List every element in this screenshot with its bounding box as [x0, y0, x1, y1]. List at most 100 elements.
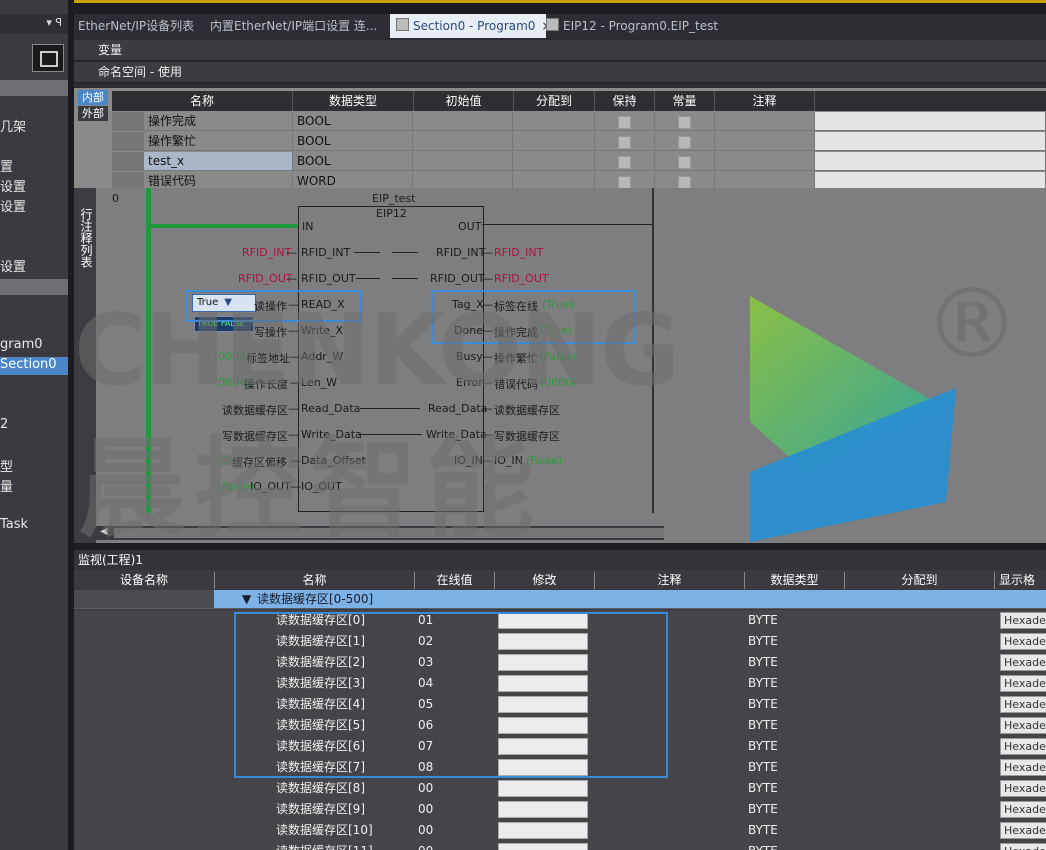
display-format-select[interactable]: Hexadec	[1000, 843, 1046, 850]
input-var-write-op[interactable]: 写操作	[254, 324, 287, 340]
var-initial[interactable]	[413, 132, 513, 151]
var-type[interactable]: BOOL	[293, 152, 413, 171]
col-header-modify[interactable]: 修改	[494, 572, 594, 589]
variable-row[interactable]: 错误代码 WORD	[112, 172, 1046, 188]
modify-input[interactable]	[498, 822, 588, 839]
explorer-item-task[interactable]: Task	[0, 517, 28, 532]
variable-row[interactable]: 操作繁忙 BOOL	[112, 132, 1046, 152]
col-header-initial[interactable]: 初始值	[414, 91, 514, 111]
var-assigned[interactable]	[513, 172, 595, 188]
var-assigned[interactable]	[513, 112, 595, 131]
explorer-item-program0[interactable]: gram0	[0, 337, 43, 352]
var-name[interactable]: 操作完成	[144, 112, 293, 131]
var-comment[interactable]	[715, 152, 815, 171]
var-comment[interactable]	[715, 172, 815, 188]
scroll-thumb[interactable]	[114, 528, 664, 538]
line-comment-list-tab[interactable]: 行注释列表	[74, 188, 96, 543]
modify-input[interactable]	[498, 801, 588, 818]
explorer-item[interactable]: 设置	[0, 176, 26, 195]
row-handle[interactable]	[112, 152, 144, 171]
ladder-hscrollbar[interactable]: ◀	[96, 526, 664, 540]
output-var-io-in[interactable]: IO_IN	[494, 454, 523, 467]
retain-checkbox[interactable]	[595, 132, 655, 151]
input-var-addr[interactable]: 标签地址	[246, 350, 290, 366]
display-format-select[interactable]: Hexadec	[1000, 654, 1046, 671]
row-handle[interactable]	[112, 132, 144, 151]
table-row[interactable]: 读数据缓存区[10] 00 BYTE Hexadec	[74, 820, 1046, 842]
display-format-select[interactable]: Hexadec	[1000, 717, 1046, 734]
var-initial[interactable]	[413, 112, 513, 131]
group-row[interactable]: ▼ 读数据缓存区[0-500]	[74, 590, 1046, 609]
tab-section0[interactable]: Section0 - Program0×	[390, 14, 552, 38]
display-format-select[interactable]: Hexadec	[1000, 633, 1046, 650]
constant-checkbox[interactable]	[655, 152, 715, 171]
constant-checkbox[interactable]	[655, 112, 715, 131]
display-format-select[interactable]: Hexadec	[1000, 675, 1046, 692]
var-type[interactable]: WORD	[293, 172, 413, 188]
col-header-online-value[interactable]: 在线值	[414, 572, 494, 589]
output-var-rfid-int[interactable]: RFID_INT	[494, 246, 543, 259]
input-var-offset[interactable]: 缓存区偏移	[232, 454, 287, 470]
explorer-item[interactable]: 设置	[0, 196, 26, 215]
variables-bar[interactable]: 变量	[74, 40, 1046, 61]
col-header-comment[interactable]: 注释	[715, 91, 815, 111]
var-initial[interactable]	[413, 172, 513, 188]
external-tab[interactable]: 外部	[78, 106, 108, 121]
col-header-name[interactable]: 名称	[214, 572, 414, 589]
output-var-busy[interactable]: 操作繁忙	[494, 350, 538, 366]
col-header-name[interactable]: 名称	[112, 91, 293, 111]
explorer-item[interactable]: 置	[0, 156, 13, 175]
display-format-select[interactable]: Hexadec	[1000, 780, 1046, 797]
input-var-rfid-int[interactable]: RFID_INT	[242, 246, 291, 259]
col-header-type[interactable]: 数据类型	[293, 91, 414, 111]
explorer-item[interactable]: 2	[0, 417, 8, 432]
modify-input[interactable]	[498, 780, 588, 797]
retain-checkbox[interactable]	[595, 172, 655, 188]
explorer-item[interactable]: 设置	[0, 256, 26, 275]
output-var-write-data[interactable]: 写数据缓存区	[494, 428, 560, 444]
pin-icon[interactable]: ▾ ꟼ	[46, 16, 62, 29]
constant-checkbox[interactable]	[655, 172, 715, 188]
input-var-io-out[interactable]: IO_OUT	[250, 480, 291, 493]
col-header-retain[interactable]: 保持	[595, 91, 655, 111]
var-assigned[interactable]	[513, 132, 595, 151]
table-row[interactable]: 读数据缓存区[9] 00 BYTE Hexadec	[74, 799, 1046, 821]
var-type[interactable]: BOOL	[293, 112, 413, 131]
col-header-assigned[interactable]: 分配到	[514, 91, 595, 111]
variable-row[interactable]: 操作完成 BOOL	[112, 112, 1046, 132]
var-name[interactable]: 错误代码	[144, 172, 293, 188]
col-header-device[interactable]: 设备名称	[74, 572, 214, 589]
display-format-select[interactable]: Hexadec	[1000, 801, 1046, 818]
input-var-write-data[interactable]: 写数据缓存区	[222, 428, 288, 444]
col-header-datatype[interactable]: 数据类型	[744, 572, 844, 589]
constant-checkbox[interactable]	[655, 132, 715, 151]
fb-instance-name[interactable]: EIP_test	[372, 192, 415, 205]
explorer-item[interactable]: 几架	[0, 116, 26, 135]
row-handle[interactable]	[112, 172, 144, 188]
horizontal-splitter[interactable]	[74, 543, 1046, 550]
namespace-bar[interactable]: 命名空间 - 使用	[74, 62, 1046, 83]
display-format-select[interactable]: Hexadec	[1000, 612, 1046, 629]
table-row[interactable]: 读数据缓存区[8] 00 BYTE Hexadec	[74, 778, 1046, 800]
var-initial[interactable]	[413, 152, 513, 171]
input-var-rfid-out[interactable]: RFID_OUT	[238, 272, 293, 285]
tab-ethernet-device-list[interactable]: EtherNet/IP设备列表	[78, 14, 198, 38]
display-format-select[interactable]: Hexadec	[1000, 759, 1046, 776]
retain-checkbox[interactable]	[595, 152, 655, 171]
col-header-format[interactable]: 显示格	[994, 572, 1046, 589]
input-var-len[interactable]: 操作长度	[244, 376, 288, 392]
scroll-left-icon[interactable]: ◀	[100, 526, 108, 537]
var-comment[interactable]	[715, 132, 815, 151]
var-assigned[interactable]	[513, 152, 595, 171]
col-header-assigned[interactable]: 分配到	[844, 572, 994, 589]
display-format-select[interactable]: Hexadec	[1000, 696, 1046, 713]
table-row[interactable]: 读数据缓存区[11] 00 BYTE Hexadec	[74, 841, 1046, 850]
col-header-constant[interactable]: 常量	[655, 91, 715, 111]
ladder-editor[interactable]: 行注释列表 0 EIP_test EIP12 IN RFID_INT — RFI…	[74, 188, 1046, 543]
var-name[interactable]: 操作繁忙	[144, 132, 293, 151]
device-icon[interactable]	[32, 44, 64, 72]
var-type[interactable]: BOOL	[293, 132, 413, 151]
display-format-select[interactable]: Hexadec	[1000, 822, 1046, 839]
row-handle[interactable]	[112, 112, 144, 131]
tab-eip12[interactable]: EIP12 - Program0.EIP_test	[544, 14, 718, 38]
